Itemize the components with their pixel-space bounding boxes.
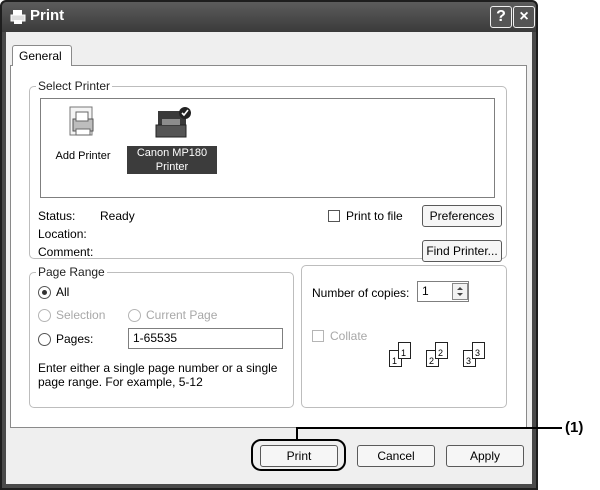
all-label: All — [56, 285, 70, 299]
collate-label: Collate — [330, 329, 368, 343]
apply-button[interactable]: Apply — [446, 445, 524, 467]
collate-page: 3 — [472, 342, 485, 359]
pages-radio[interactable] — [38, 333, 51, 346]
page-range-group: Page Range All Selection Current Page Pa… — [29, 265, 294, 408]
page-range-hint: Enter either a single page number or a s… — [38, 361, 278, 389]
window-title: Print — [30, 7, 65, 24]
canon-printer-icon — [155, 107, 191, 138]
add-printer-label: Add Printer — [55, 150, 111, 162]
comment-label: Comment: — [38, 245, 94, 259]
status-value: Ready — [100, 209, 135, 223]
help-button[interactable]: ? — [490, 6, 512, 28]
print-button[interactable]: Print — [260, 445, 338, 467]
selection-radio[interactable] — [38, 309, 51, 322]
find-printer-button[interactable]: Find Printer... — [422, 240, 502, 262]
collate-page: 1 — [398, 342, 411, 359]
title-bar[interactable]: Print ? × — [2, 2, 536, 32]
select-printer-group: Select Printer Add Printer Canon MP180 P… — [29, 79, 507, 262]
current-page-label: Current Page — [146, 308, 218, 322]
location-label: Location: — [38, 227, 87, 241]
tab-general[interactable]: General — [12, 45, 72, 66]
close-button[interactable]: × — [513, 6, 535, 28]
collate-page: 2 — [435, 342, 448, 359]
pages-label: Pages: — [56, 332, 94, 346]
general-tab-panel: Select Printer Add Printer Canon MP180 P… — [10, 65, 527, 428]
callout-line-horizontal — [296, 427, 562, 429]
copies-group: Number of copies: 1 Collate 1 1 2 2 3 3 — [301, 265, 507, 408]
printer-icon — [10, 10, 26, 24]
status-label: Status: — [38, 209, 76, 223]
selection-label: Selection — [56, 308, 106, 322]
add-printer-icon — [69, 106, 94, 136]
print-dialog: Print ? × General Select Printer Add Pri… — [0, 0, 538, 490]
add-printer-item[interactable]: Add Printer — [48, 105, 118, 162]
cancel-button[interactable]: Cancel — [357, 445, 435, 467]
canon-printer-item[interactable]: Canon MP180 Printer — [127, 105, 217, 174]
number-of-copies-label: Number of copies: — [312, 286, 410, 300]
callout-line-vertical — [296, 427, 298, 441]
print-to-file-checkbox[interactable] — [328, 210, 340, 222]
printer-list[interactable]: Add Printer Canon MP180 Printer — [40, 98, 495, 198]
page-range-legend: Page Range — [38, 265, 105, 279]
select-printer-legend: Select Printer — [38, 79, 111, 93]
all-radio[interactable] — [38, 286, 51, 299]
dialog-body: General Select Printer Add Printer Canon… — [6, 32, 532, 484]
collate-checkbox[interactable] — [312, 330, 324, 342]
pages-input[interactable]: 1-65535 — [128, 328, 283, 349]
callout-label: (1) — [565, 419, 584, 436]
spinner-arrows-icon — [457, 287, 463, 296]
canon-printer-label: Canon MP180 Printer — [127, 146, 217, 174]
print-to-file-label: Print to file — [346, 209, 403, 223]
preferences-button[interactable]: Preferences — [422, 205, 502, 227]
current-page-radio[interactable] — [128, 309, 141, 322]
copies-spinner[interactable] — [452, 283, 468, 300]
